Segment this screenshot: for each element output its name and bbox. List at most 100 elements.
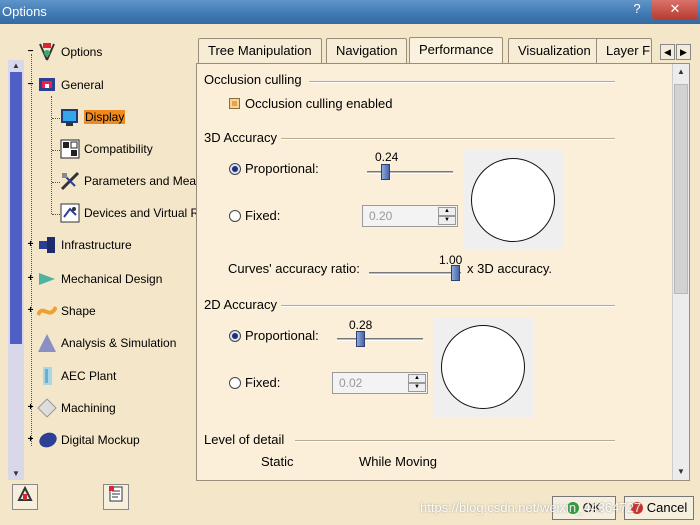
tree-item-digital-mockup[interactable]: + Digital Mockup [26,428,140,452]
accuracy-3d-preview-circle [471,158,555,242]
tree-connector [52,214,60,215]
level-of-detail-static-label: Static [261,454,294,469]
tree-label: Infrastructure [61,238,132,252]
tree-label: Digital Mockup [61,433,140,447]
tab-strip: Tree Manipulation Navigation Performance… [198,37,658,65]
options-icon [37,42,57,62]
accuracy-3d-preview [463,150,563,250]
occlusion-group-title: Occlusion culling [204,72,302,87]
expand-icon[interactable]: + [26,305,35,316]
tab-tree-manipulation[interactable]: Tree Manipulation [198,38,322,64]
pane-scroll-thumb[interactable] [674,84,688,294]
scroll-up-icon[interactable]: ▲ [673,64,689,80]
accuracy-3d-fixed-label: Fixed: [245,208,281,223]
tree-scrollbar[interactable]: ▲ ▼ [8,60,24,480]
tree-item-general[interactable]: − General [26,73,104,97]
expand-icon[interactable]: + [26,273,35,284]
accuracy-2d-group-title: 2D Accuracy [204,297,277,312]
spin-down-icon[interactable]: ▼ [408,383,426,392]
group-divider [281,138,615,140]
tree-label: AEC Plant [61,369,117,383]
devices-icon [60,203,80,223]
level-of-detail-group-title: Level of detail [204,432,285,447]
machining-icon [37,398,57,418]
tree-item-shape[interactable]: + Shape [26,299,96,323]
tree-item-devices[interactable]: Devices and Virtual R [60,201,199,225]
accuracy-2d-proportional-radio[interactable] [229,330,241,342]
tree-item-parameters[interactable]: Parameters and Meas [60,169,202,193]
spin-up-icon[interactable]: ▲ [438,207,456,216]
expand-icon[interactable]: + [26,402,35,413]
shape-icon [36,301,58,321]
window-title: Options [2,4,47,19]
help-button[interactable]: ? [622,0,652,20]
tree-item-compatibility[interactable]: Compatibility [60,137,153,161]
scroll-down-icon[interactable]: ▼ [8,468,24,480]
tab-scroll-left-icon[interactable]: ◀ [660,44,675,60]
level-of-detail-moving-label: While Moving [359,454,438,469]
tree-label: Mechanical Design [61,272,163,286]
reset-icon [17,485,33,501]
expand-icon[interactable]: + [26,239,35,250]
tree-label: Parameters and Meas [84,174,203,188]
curves-ratio-suffix: x 3D accuracy. [467,261,553,276]
spin-down-icon[interactable]: ▼ [438,216,456,225]
accuracy-2d-fixed-value: 0.02 [339,376,363,390]
curves-ratio-slider-thumb[interactable] [451,265,460,281]
tree-item-display[interactable]: Display [60,105,126,129]
general-icon [37,75,57,95]
tree-label: Machining [61,401,116,415]
report-icon [109,486,123,502]
accuracy-2d-fixed-radio[interactable] [229,377,241,389]
aec-plant-icon [37,366,57,386]
tree-item-infrastructure[interactable]: + Infrastructure [26,233,132,257]
watermark: https://blog.csdn.net/weixin_44364727 [420,500,642,515]
accuracy-3d-proportional-slider-thumb[interactable] [381,164,390,180]
collapse-icon[interactable]: − [26,46,35,57]
tree-item-machining[interactable]: + Machining [26,396,116,420]
close-button[interactable]: ✕ [652,0,698,20]
accuracy-3d-fixed-radio[interactable] [229,210,241,222]
accuracy-2d-preview-circle [441,325,525,409]
tree-item-analysis[interactable]: + Analysis & Simulation [26,331,176,355]
accuracy-3d-proportional-radio[interactable] [229,163,241,175]
cancel-label: Cancel [646,500,688,515]
pane-scrollbar[interactable]: ▲ ▼ [672,64,689,480]
reset-options-button[interactable] [12,484,38,510]
occlusion-culling-checkbox[interactable] [229,98,240,109]
tab-navigation[interactable]: Navigation [326,38,408,64]
curves-ratio-label: Curves' accuracy ratio: [228,261,360,276]
tree-root[interactable]: − Options [26,40,102,64]
scroll-down-icon[interactable]: ▼ [673,464,689,480]
accuracy-2d-proportional-slider-thumb[interactable] [356,331,365,347]
tree-item-mechanical-design[interactable]: + Mechanical Design [26,267,163,291]
tab-performance[interactable]: Performance [409,37,504,65]
accuracy-2d-fixed-spinner[interactable]: 0.02 ▲ ▼ [332,372,428,394]
tab-layer-filter[interactable]: Layer Fi [596,38,652,64]
tree-connector [52,118,60,119]
expand-icon[interactable]: + [26,434,35,445]
accuracy-3d-fixed-spinner[interactable]: 0.20 ▲ ▼ [362,205,458,227]
parameters-icon [60,171,80,191]
accuracy-3d-proportional-slider-track[interactable] [367,171,453,174]
scroll-up-icon[interactable]: ▲ [8,60,24,72]
accuracy-2d-proportional-slider-track[interactable] [337,338,423,341]
display-icon [60,107,80,127]
options-report-button[interactable] [103,484,129,510]
curves-ratio-slider-track[interactable] [369,272,461,275]
group-divider [295,440,615,442]
tree-item-aec-plant[interactable]: + AEC Plant [26,364,116,388]
accuracy-2d-preview [433,317,533,417]
tree-scroll-thumb[interactable] [10,72,22,344]
performance-pane: Occlusion culling Occlusion culling enab… [196,63,690,481]
tab-scroll-arrows: ◀ ▶ [660,44,692,60]
tab-visualization[interactable]: Visualization [508,38,601,64]
spin-up-icon[interactable]: ▲ [408,374,426,383]
collapse-icon[interactable]: − [26,79,35,90]
tab-scroll-right-icon[interactable]: ▶ [676,44,691,60]
accuracy-3d-proportional-value: 0.24 [375,150,399,164]
group-divider [281,305,615,307]
options-tree: ▲ ▼ − Options − General Display Compatib… [0,24,202,525]
accuracy-3d-proportional-label: Proportional: [245,161,319,176]
compatibility-icon [60,139,80,159]
